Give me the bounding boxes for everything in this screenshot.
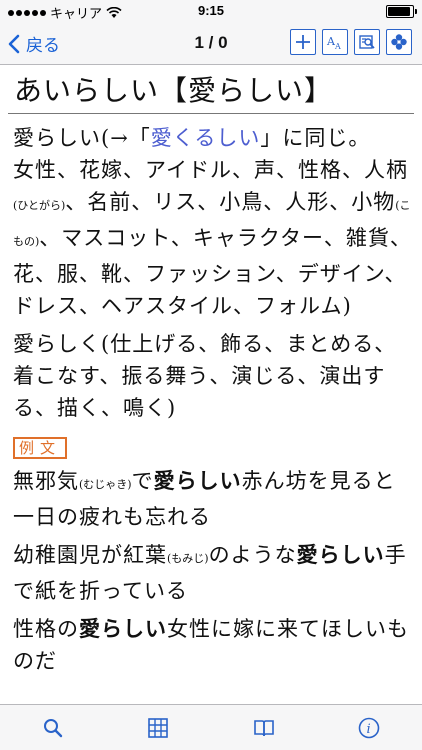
status-time: 9:15 [197,3,225,18]
bookmark-tab[interactable] [244,708,284,748]
reading-ruby: (むじゃき) [79,478,132,491]
cross-reference-link[interactable]: 愛くるしい [151,126,261,150]
definition-text: 」に同じ。 [260,126,371,150]
battery-icon [386,5,417,18]
collocation-text: 女性、花嫁、アイドル、声、性格、人柄 [13,158,408,182]
collocation-text: 、マスコット、キャラクター、雑貨、花、服、靴、ファッション、デザイン、ドレス、ヘ… [13,226,412,318]
definition-text: 愛らしい(→「 [13,126,151,150]
entry-headword: あいらしい【愛らしい】 [8,65,414,114]
flower-icon [391,34,407,50]
example-text: 無邪気 [13,469,79,493]
example-text: のような [208,543,297,567]
definition-1: 愛らしい(→「愛くるしい」に同じ。 女性、花嫁、アイドル、声、性格、人柄 (ひとが… [13,122,412,322]
entry-body: 愛らしい(→「愛くるしい」に同じ。 女性、花嫁、アイドル、声、性格、人柄 (ひとが… [0,114,422,677]
info-icon: i [358,717,380,738]
collocation-text: 、名前、リス、小鳥、人形、小物 [65,190,396,214]
highlighted-headword: 愛らしい [79,616,167,641]
info-tab[interactable]: i [349,708,389,748]
options-button[interactable] [386,29,412,55]
back-button[interactable]: 戻る [8,31,60,56]
example-text: 幼稚園児が紅葉 [13,543,167,567]
svg-text:A: A [334,42,341,51]
svg-text:i: i [367,722,371,737]
highlighted-headword: 愛らしい [153,468,242,493]
status-bar: キャリア 9:15 [0,0,422,22]
add-button[interactable] [290,29,316,55]
search-document-button[interactable] [354,29,380,55]
example-sentence-2: 幼稚園児が紅葉(もみじ)のような愛らしい手で紙を折っている [13,539,412,607]
example-sentence-3: 性格の愛らしい女性に嫁に来てほしいものだ [13,613,412,677]
example-text: で [131,469,154,493]
back-label: 戻る [26,36,60,55]
reading-ruby: (ひとがら) [13,199,66,212]
grid-icon [148,717,169,738]
font-size-icon: A A [326,35,341,51]
example-sentence-1: 無邪気(むじゃき)で愛らしい赤ん坊を見ると一日の疲れも忘れる [13,465,412,533]
search-icon [43,718,62,737]
font-size-button[interactable]: A A [322,29,348,55]
entry-content[interactable]: あいらしい【愛らしい】 愛らしい(→「愛くるしい」に同じ。 女性、花嫁、アイドル… [0,65,422,705]
plus-icon [296,35,310,49]
example-badge: 例文 [13,437,68,459]
highlighted-headword: 愛らしい [296,542,385,567]
book-icon [253,719,274,736]
definition-2: 愛らしく(仕上げる、飾る、まとめる、着こなす、振る舞う、演じる、演出する、描く、… [13,332,397,420]
toolbar: A A [290,29,412,55]
search-document-icon [359,35,375,49]
navigation-bar: 戻る 1 / 0 A A [0,22,422,65]
search-tab[interactable] [33,708,73,748]
index-tab[interactable] [138,708,178,748]
bottom-toolbar: i [0,704,422,750]
example-text: 性格の [13,617,79,641]
chevron-left-icon [8,34,20,53]
reading-ruby: (もみじ) [167,552,209,565]
